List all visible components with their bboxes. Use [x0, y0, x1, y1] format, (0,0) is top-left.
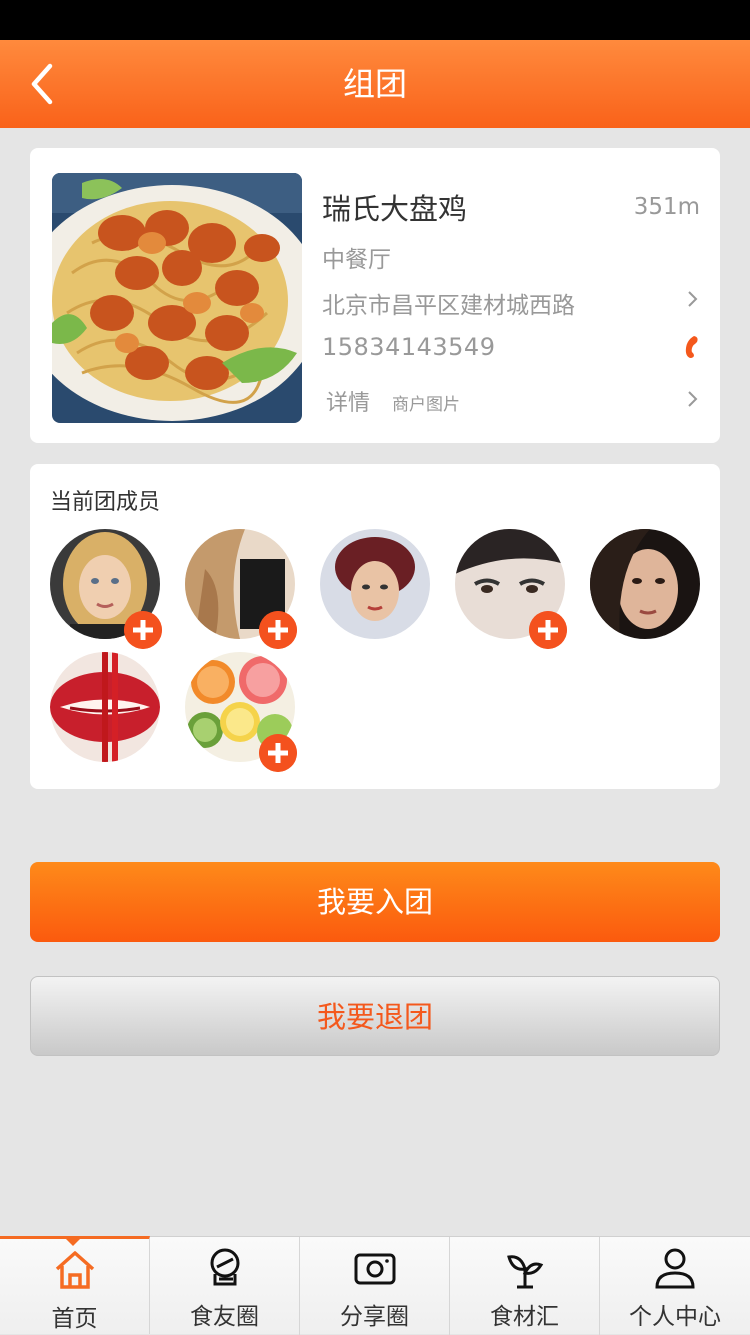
status-bar	[0, 0, 750, 40]
chevron-right-icon	[688, 391, 698, 407]
tab-bar: 首页 食友圈 分享圈 食材汇 个人中心	[0, 1236, 750, 1335]
page-title: 组团	[342, 65, 407, 103]
shop-distance: 351m	[633, 194, 700, 220]
shop-name: 瑞氏大盘鸡	[322, 192, 468, 226]
tab-ingredients[interactable]: 食材汇	[450, 1237, 600, 1335]
tab-label: 首页	[51, 1306, 98, 1332]
avatar	[50, 652, 160, 762]
tab-label: 食材汇	[490, 1304, 559, 1330]
tab-profile[interactable]: 个人中心	[600, 1237, 750, 1335]
member-avatar-6[interactable]	[50, 652, 160, 762]
shop-phone: 15834143549	[322, 333, 496, 361]
chef-hat-icon	[210, 1248, 239, 1286]
avatar	[320, 529, 430, 639]
member-avatar-5[interactable]	[590, 529, 700, 639]
camera-icon	[354, 1253, 395, 1285]
member-avatar-2[interactable]	[185, 529, 297, 649]
detail-row[interactable]	[310, 376, 720, 422]
tab-share[interactable]: 分享圈	[300, 1237, 450, 1335]
person-icon	[655, 1248, 695, 1289]
shop-photos-link[interactable]: 商户图片	[392, 390, 460, 415]
avatar	[590, 529, 700, 639]
shop-type: 中餐厅	[322, 247, 391, 273]
active-indicator	[66, 1239, 80, 1246]
quit-group-button[interactable]: 我要退团	[30, 976, 720, 1056]
member-avatar-1[interactable]	[50, 529, 162, 649]
shop-image[interactable]	[52, 173, 302, 423]
tab-food-friends[interactable]: 食友圈	[150, 1237, 300, 1335]
shop-address: 北京市昌平区建材城西路	[322, 293, 575, 319]
sprout-icon	[506, 1255, 543, 1289]
back-button[interactable]	[22, 58, 72, 110]
tab-label: 分享圈	[340, 1304, 409, 1330]
shop-card: 瑞氏大盘鸡 351m 中餐厅 北京市昌平区建材城西路 15834143549 详…	[30, 148, 720, 443]
tab-home[interactable]: 首页	[0, 1236, 150, 1334]
chevron-right-icon	[688, 291, 698, 307]
phone-icon[interactable]	[682, 334, 700, 360]
add-member-icon[interactable]	[124, 611, 162, 649]
member-avatar-3[interactable]	[320, 529, 430, 639]
members-card: 当前团成员	[30, 464, 720, 789]
member-avatar-7[interactable]	[185, 652, 297, 772]
join-group-button[interactable]: 我要入团	[30, 862, 720, 942]
tab-label: 食友圈	[190, 1304, 259, 1330]
members-title: 当前团成员	[50, 490, 161, 515]
chevron-left-icon	[31, 63, 53, 105]
add-member-icon[interactable]	[529, 611, 567, 649]
nav-bar: 组团	[0, 40, 750, 128]
detail-link[interactable]: 详情	[326, 385, 370, 417]
add-member-icon[interactable]	[259, 611, 297, 649]
tab-label: 个人中心	[629, 1304, 721, 1330]
home-icon	[55, 1251, 94, 1289]
member-avatar-4[interactable]	[455, 529, 567, 649]
add-member-icon[interactable]	[259, 734, 297, 772]
